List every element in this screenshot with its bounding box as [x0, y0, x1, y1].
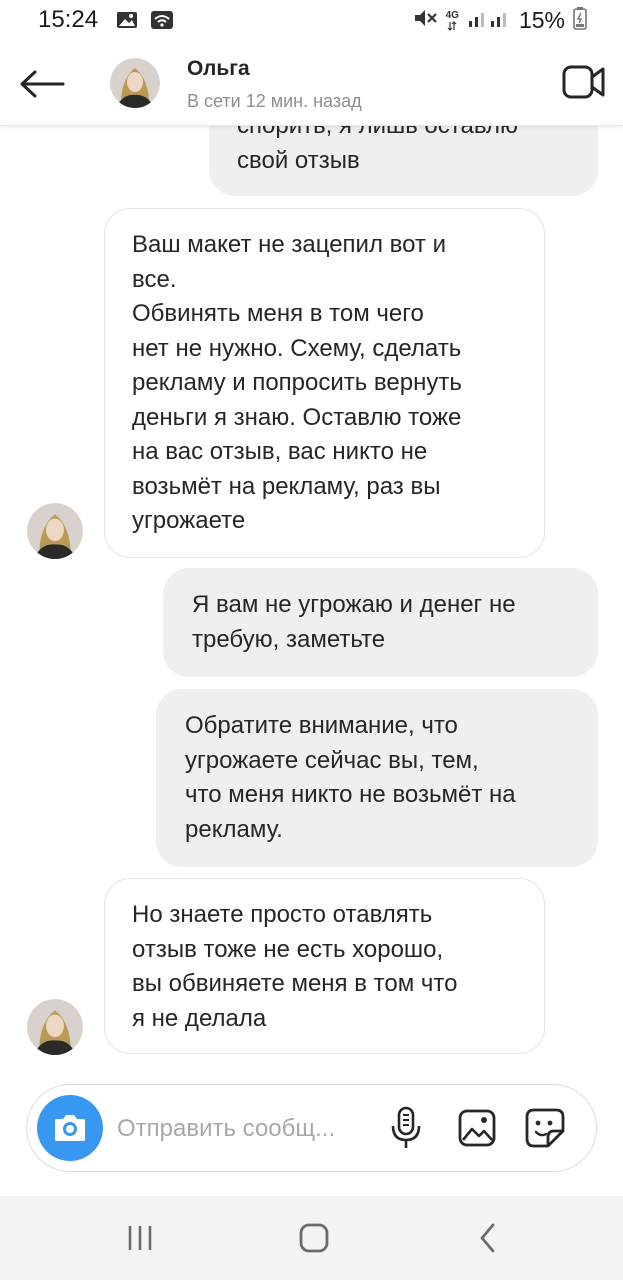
nav-back-button[interactable] [458, 1216, 518, 1260]
system-nav-bar [0, 1196, 623, 1280]
message-text: на вас отзыв, вас никто не [132, 438, 428, 465]
back-button[interactable] [18, 60, 66, 108]
message-text: свой отзыв [237, 146, 360, 174]
message-bubble-outgoing[interactable]: Обратите внимание, что угрожаете сейчас … [156, 689, 598, 867]
camera-icon [55, 1115, 85, 1141]
battery-percent: 15% [518, 7, 565, 33]
message-text: Но знаете просто отавлять [132, 901, 433, 928]
message-bubble-outgoing[interactable]: Я вам не угрожаю и денег не требую, заме… [163, 568, 598, 677]
message-text: отзыв тоже не есть хорошо, [132, 935, 444, 963]
wifi-icon [150, 10, 174, 35]
gallery-button[interactable] [454, 1105, 500, 1151]
message-text: вы обвиняете меня в том что [132, 970, 458, 997]
message-bubble-incoming[interactable]: Ваш макет не зацепил вот и все. Обвинять… [104, 208, 545, 558]
network-badge: 4G [446, 10, 459, 31]
signal-icon [467, 7, 511, 34]
message-text: что меня никто не возьмёт на [185, 781, 516, 808]
sticker-icon [525, 1108, 565, 1148]
contact-status: В сети 12 мин. назад [187, 91, 362, 111]
video-call-icon [562, 65, 605, 99]
status-time: 15:24 [38, 6, 99, 33]
home-icon [299, 1223, 329, 1253]
gallery-icon [116, 10, 138, 35]
avatar[interactable] [27, 503, 83, 559]
video-call-button[interactable] [561, 62, 607, 102]
message-text: все. [132, 265, 177, 293]
back-arrow-icon [20, 70, 65, 98]
message-input[interactable] [117, 1109, 377, 1149]
battery-icon [573, 6, 587, 35]
avatar[interactable] [27, 999, 83, 1055]
voice-message-button[interactable] [383, 1105, 429, 1151]
message-text: Обвинять меня в том чего [132, 300, 424, 327]
message-text: угрожаете [132, 507, 246, 534]
sticker-button[interactable] [522, 1105, 568, 1151]
message-text: рекламу. [185, 815, 283, 843]
message-text: нет не нужно. Схему, сделать [132, 334, 462, 362]
message-text: я не делала [132, 1004, 267, 1032]
message-composer [26, 1084, 597, 1172]
home-button[interactable] [284, 1216, 344, 1260]
camera-button[interactable] [37, 1095, 103, 1161]
message-text: рекламу и попросить вернуть [132, 369, 462, 396]
mute-icon [412, 7, 438, 34]
back-icon [480, 1223, 495, 1253]
message-text: возьмёт на рекламу, раз вы [132, 472, 441, 500]
message-text: деньги я знаю. Оставлю тоже [132, 403, 462, 431]
gallery-icon [458, 1109, 496, 1147]
message-list[interactable]: спорить, я лишь оставлю свой отзыв Ваш м… [0, 126, 623, 1080]
contact-name[interactable]: Ольга [187, 57, 250, 81]
message-text: Я вам не угрожаю и денег не [192, 591, 516, 618]
message-bubble-incoming[interactable]: Но знаете просто отавлять отзыв тоже не … [104, 878, 545, 1054]
message-text: Обратите внимание, что [185, 712, 458, 739]
microphone-icon [391, 1106, 421, 1148]
chat-header: Ольга В сети 12 мин. назад [0, 42, 623, 126]
message-text: спорить, я лишь оставлю [237, 126, 518, 144]
message-text: требую, заметьте [192, 625, 386, 653]
message-text: Ваш макет не зацепил вот и [132, 231, 446, 258]
message-bubble-outgoing[interactable]: спорить, я лишь оставлю свой отзыв [209, 126, 598, 196]
avatar[interactable] [110, 58, 160, 108]
status-bar: 15:24 4G 15% [0, 0, 623, 42]
recent-apps-icon [128, 1226, 152, 1250]
recent-apps-button[interactable] [110, 1216, 170, 1260]
message-text: угрожаете сейчас вы, тем, [185, 746, 479, 774]
